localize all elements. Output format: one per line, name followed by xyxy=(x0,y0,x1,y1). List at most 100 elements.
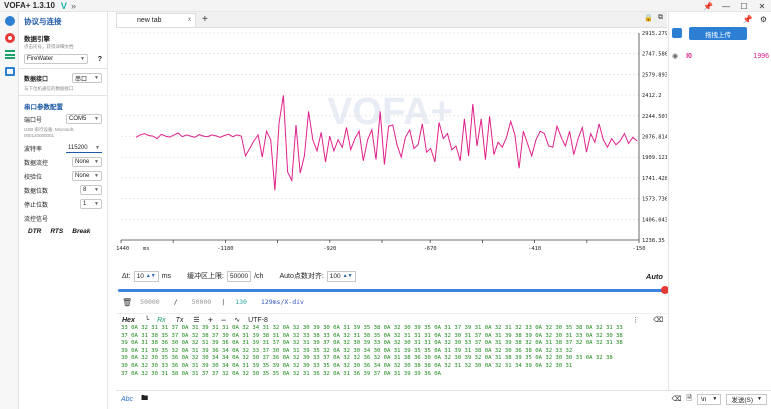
channel-row[interactable]: ◉ I0 1996 xyxy=(672,52,769,61)
pin-icon[interactable]: 📌 xyxy=(743,15,753,24)
expand-chevron-icon[interactable]: » xyxy=(71,1,76,11)
panel-title: 协议与连接 xyxy=(24,17,62,26)
sidebar-item-widgets[interactable] xyxy=(0,63,19,80)
baud-select[interactable]: 115200 ▼ xyxy=(66,143,102,153)
chevron-down-icon: ▼ xyxy=(94,116,99,122)
port-value: COM5 xyxy=(69,116,87,122)
maximize-icon[interactable]: ☐ xyxy=(735,2,753,11)
cloud-icon xyxy=(672,28,682,38)
trash-icon[interactable]: 🗑 xyxy=(122,298,132,307)
baud-value: 115200 xyxy=(68,144,88,151)
title-bar: VOFA+ 1.3.10 V » 📌 — ☐ ✕ xyxy=(0,0,771,12)
widgets-icon xyxy=(4,67,15,76)
auto-button[interactable]: Auto xyxy=(646,272,663,281)
send-button[interactable]: 发送(S) ▼ xyxy=(726,393,767,405)
close-icon[interactable]: ✕ xyxy=(753,2,771,11)
plot-controls: Δt: 10 ▲▼ ms 缓冲区上限: 50000 /ch Auto点数对齐: 1… xyxy=(116,268,667,284)
document-icon[interactable]: 🗎 xyxy=(686,394,692,405)
y-tick-label: 1573.736 xyxy=(642,197,667,203)
tab-new-tab[interactable]: new tab x xyxy=(116,12,196,27)
eraser-icon[interactable]: ⌫ xyxy=(653,316,663,324)
chevron-down-icon: ▼ xyxy=(95,144,100,151)
auto-align-value: 100 xyxy=(329,272,341,280)
y-tick-label: 1238.35 xyxy=(642,238,665,244)
break-button[interactable]: Break xyxy=(72,228,90,235)
upload-button[interactable]: 拖拽上传 xyxy=(689,27,747,40)
cursor-icon[interactable]: ╰ xyxy=(145,316,149,324)
rx-toggle[interactable]: Rx xyxy=(157,317,166,324)
send-label: 发送(S) xyxy=(731,397,754,404)
tab-bar: new tab x + 🔒 ⧉ xyxy=(116,12,667,28)
hex-dump[interactable]: 33 0A 32 31 31 37 0A 31 39 31 31 0A 32 3… xyxy=(121,325,665,385)
eraser-icon[interactable]: ⌫ xyxy=(671,395,681,403)
file-icon[interactable]: 🖿 xyxy=(141,394,148,405)
buffer-input[interactable]: 50000 xyxy=(227,270,252,282)
dt-unit: ms xyxy=(161,272,172,280)
engine-select[interactable]: FireWater ▼ xyxy=(24,54,88,64)
pin-icon[interactable]: 📌 xyxy=(699,2,717,11)
rx-points: 130 xyxy=(235,298,247,306)
rx-count-2: 50000 xyxy=(191,298,212,306)
dt-value: 10 xyxy=(136,272,144,280)
add-tab-button[interactable]: + xyxy=(202,14,208,25)
encoding-label[interactable]: UTF-8 xyxy=(248,317,268,324)
auto-align-input[interactable]: 100 ▲▼ xyxy=(326,270,356,282)
list-icon xyxy=(4,50,15,59)
zoom-in-button[interactable]: + xyxy=(208,315,213,325)
eye-icon[interactable]: ◉ xyxy=(672,52,678,60)
lock-icon[interactable]: 🔒 xyxy=(644,14,653,22)
x-tick-label: -920 xyxy=(323,246,336,252)
y-tick-label: 2244.507 xyxy=(642,114,667,120)
divider xyxy=(19,95,107,96)
channel-panel: 📌 ⚙ 拖拽上传 ◉ I0 1996 xyxy=(668,12,771,390)
rts-button[interactable]: RTS xyxy=(50,228,63,235)
abc-button[interactable]: Abc xyxy=(121,396,133,403)
x-tick-label: -150 xyxy=(633,246,646,252)
signal-buttons: DTR RTS Break xyxy=(28,228,98,235)
y-tick-label: 1741.428 xyxy=(642,176,667,182)
sidebar-item-connection[interactable] xyxy=(0,12,19,29)
tx-toggle[interactable]: Tx xyxy=(176,317,184,324)
port-select[interactable]: COM5 ▼ xyxy=(66,114,102,124)
dtr-button[interactable]: DTR xyxy=(28,228,41,235)
chevron-down-icon: ▼ xyxy=(94,201,99,207)
chevron-down-icon: ▼ xyxy=(80,56,85,62)
y-tick-label: 2579.893 xyxy=(642,72,667,78)
x-tick-label: -410 xyxy=(528,246,541,252)
x-unit-label: ms xyxy=(143,246,150,252)
buffer-value: 50000 xyxy=(230,272,249,280)
hex-button[interactable]: Hex xyxy=(122,317,135,324)
stopbits-select[interactable]: 1 ▼ xyxy=(80,199,102,209)
zoom-out-button[interactable]: − xyxy=(221,315,226,325)
signals-label: 流控信号 xyxy=(24,216,49,223)
chevron-down-icon: ▼ xyxy=(94,75,99,81)
scroll-slider[interactable] xyxy=(118,286,673,294)
channel-value: 1996 xyxy=(753,52,769,60)
sidebar-item-record[interactable] xyxy=(0,29,19,46)
minimize-icon[interactable]: — xyxy=(717,2,735,11)
wave-icon[interactable]: ∿ xyxy=(234,316,240,324)
parity-label: 校验位 xyxy=(24,174,43,181)
sidebar-item-commands[interactable] xyxy=(0,46,19,63)
protocol-panel: 协议与连接 数据引擎 点击问号，获得详细文档 FireWater ▼ ? 数据接… xyxy=(19,12,108,409)
layout-icon[interactable]: ⧉ xyxy=(658,14,663,22)
more-icon[interactable]: ⋮ xyxy=(632,316,639,324)
settings-icon[interactable]: ⚙ xyxy=(760,15,767,24)
wrap-icon[interactable]: ☰ xyxy=(193,316,199,324)
y-tick-label: 2412.2 xyxy=(642,93,661,99)
dt-input[interactable]: 10 ▲▼ xyxy=(133,270,159,282)
iface-select[interactable]: 串口 ▼ xyxy=(72,73,102,83)
y-tick-label: 2076.814 xyxy=(642,135,667,141)
newline-select[interactable]: \n ▼ xyxy=(697,393,722,405)
serial-title: 串口参数配置 xyxy=(24,104,63,111)
rx-sep-2: | xyxy=(221,298,226,306)
databits-select[interactable]: 8 ▼ xyxy=(80,185,102,195)
flow-select[interactable]: None ▼ xyxy=(72,157,102,167)
parity-select[interactable]: None ▼ xyxy=(72,171,102,181)
chevron-down-icon: ▼ xyxy=(94,187,99,193)
waveform-chart[interactable]: VOFA+ 1238.35 1406.043 1573.736 1741.428 1909… xyxy=(116,29,667,255)
tab-close-icon[interactable]: x xyxy=(188,17,191,23)
databits-label: 数据位数 xyxy=(24,188,49,195)
y-tick-label: 1909.121 xyxy=(642,155,667,161)
help-icon[interactable]: ? xyxy=(98,56,102,63)
